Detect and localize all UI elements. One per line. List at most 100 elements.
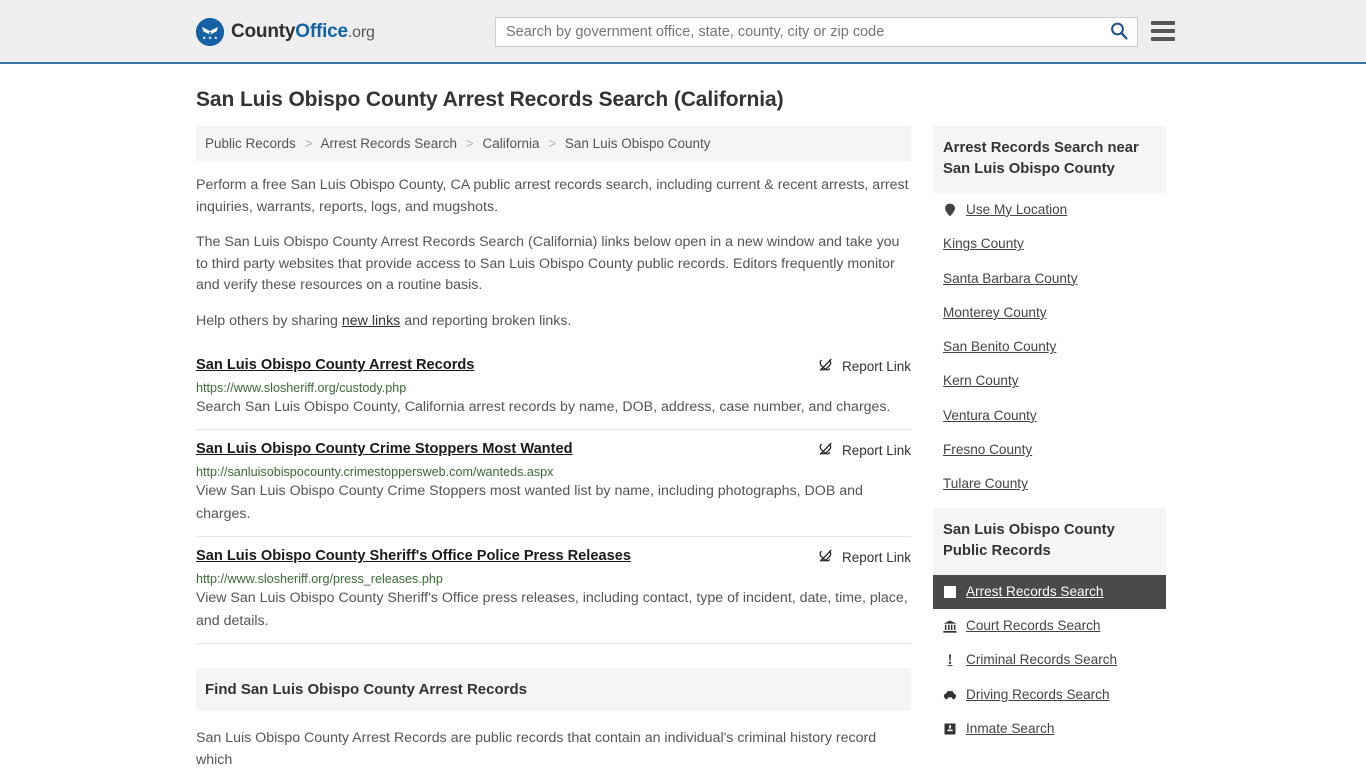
sidebar-near-link[interactable]: Use My Location: [933, 193, 1166, 227]
sidebar-records-link[interactable]: Arrest Records Search: [933, 575, 1166, 609]
broken-link-icon: [818, 357, 834, 376]
breadcrumb-separator: >: [548, 136, 557, 151]
sidebar-public-records-heading: San Luis Obispo County Public Records: [933, 507, 1166, 575]
sidebar-item-label: Use My Location: [966, 201, 1068, 217]
breadcrumb-separator: >: [304, 136, 313, 151]
hamburger-menu-icon[interactable]: [1151, 21, 1175, 41]
result-title-link[interactable]: San Luis Obispo County Sheriff's Office …: [196, 547, 818, 566]
sidebar-records-link[interactable]: Driving Records Search: [933, 678, 1166, 712]
new-links-link[interactable]: new links: [342, 313, 400, 329]
sidebar-near-list: Use My Location Kings County Santa Barba…: [933, 193, 1166, 502]
site-header: CountyOffice.org: [0, 0, 1366, 64]
courthouse-icon: [943, 619, 957, 633]
result-item: San Luis Obispo County Sheriff's Office …: [196, 537, 911, 645]
intro-paragraph-2: The San Luis Obispo County Arrest Record…: [196, 234, 900, 294]
sidebar-public-records-list: Arrest Records Search Court Records Sear…: [933, 574, 1166, 747]
sidebar-near-link[interactable]: Tulare County: [933, 467, 1166, 501]
intro-p3-before: Help others by sharing: [196, 312, 342, 329]
sidebar-item-inmate-search[interactable]: Inmate Search: [933, 712, 1166, 746]
result-url[interactable]: https://www.slosheriff.org/custody.php: [196, 381, 911, 395]
intro-text: Perform a free San Luis Obispo County, C…: [196, 175, 911, 332]
sidebar-item-monterey-county[interactable]: Monterey County: [933, 296, 1166, 330]
broken-link-icon: [818, 441, 834, 460]
sidebar-item-arrest-records-search[interactable]: Arrest Records Search: [933, 574, 1166, 609]
page-title: San Luis Obispo County Arrest Records Se…: [196, 88, 784, 111]
report-link-label: Report Link: [841, 359, 911, 375]
sidebar-item-tulare-county[interactable]: Tulare County: [933, 467, 1166, 501]
result-url[interactable]: http://www.slosheriff.org/press_releases…: [196, 572, 911, 586]
sidebar-item-label: Arrest Records Search: [966, 583, 1104, 599]
sidebar-item-santa-barbara-county[interactable]: Santa Barbara County: [933, 262, 1166, 296]
sidebar-near-heading: Arrest Records Search near San Luis Obis…: [933, 126, 1166, 193]
intro-paragraph-1: Perform a free San Luis Obispo County, C…: [196, 177, 909, 215]
sidebar-item-kern-county[interactable]: Kern County: [933, 364, 1166, 398]
breadcrumb-item-california[interactable]: California: [482, 136, 539, 151]
find-records-text: San Luis Obispo County Arrest Records ar…: [196, 730, 877, 768]
search-input[interactable]: [496, 18, 1096, 46]
sidebar-item-fresno-county[interactable]: Fresno County: [933, 433, 1166, 467]
breadcrumb-item-public-records[interactable]: Public Records: [205, 136, 296, 151]
sidebar-item-kings-county[interactable]: Kings County: [933, 227, 1166, 261]
sidebar-item-use-my-location[interactable]: Use My Location: [933, 193, 1166, 227]
sidebar-item-san-benito-county[interactable]: San Benito County: [933, 330, 1166, 364]
sidebar-records-link[interactable]: Court Records Search: [933, 609, 1166, 643]
sidebar-records-link[interactable]: ! Criminal Records Search: [933, 643, 1166, 677]
sidebar-near-link[interactable]: Ventura County: [933, 399, 1166, 433]
report-link-button[interactable]: Report Link: [818, 356, 911, 376]
sidebar-item-label: Ventura County: [943, 407, 1037, 423]
page-body: San Luis Obispo County Arrest Records Se…: [0, 88, 1366, 768]
result-description: View San Luis Obispo County Sheriff's Of…: [196, 590, 908, 630]
result-title-link[interactable]: San Luis Obispo County Crime Stoppers Mo…: [196, 440, 818, 459]
breadcrumb-item-arrest-records-search[interactable]: Arrest Records Search: [320, 136, 457, 151]
result-url[interactable]: http://sanluisobispocounty.crimestoppers…: [196, 465, 911, 479]
hamburger-bar: [1151, 29, 1175, 33]
sidebar-near-link[interactable]: Fresno County: [933, 433, 1166, 467]
result-description: Search San Luis Obispo County, Californi…: [196, 399, 891, 416]
result-description: View San Luis Obispo County Crime Stoppe…: [196, 483, 863, 523]
sidebar-item-label: San Benito County: [943, 339, 1057, 355]
sidebar-near-box: Arrest Records Search near San Luis Obis…: [933, 126, 1166, 502]
result-header: San Luis Obispo County Arrest Records Re…: [196, 356, 911, 376]
broken-link-icon: [818, 548, 834, 567]
report-link-button[interactable]: Report Link: [818, 547, 911, 567]
result-title-link[interactable]: San Luis Obispo County Arrest Records: [196, 356, 818, 375]
breadcrumb-item-san-luis-obispo-county[interactable]: San Luis Obispo County: [565, 136, 711, 151]
sidebar-records-link[interactable]: Inmate Search: [933, 712, 1166, 746]
find-records-section-header: Find San Luis Obispo County Arrest Recor…: [196, 668, 911, 712]
sidebar-item-label: Santa Barbara County: [943, 270, 1078, 286]
sidebar-item-label: Inmate Search: [966, 720, 1055, 736]
sidebar-item-label: Monterey County: [943, 304, 1047, 320]
sidebar-item-court-records-search[interactable]: Court Records Search: [933, 609, 1166, 643]
eagle-shield-icon: [196, 18, 224, 46]
site-logo[interactable]: CountyOffice.org: [196, 18, 375, 46]
search-button[interactable]: [1105, 20, 1133, 44]
sidebar-near-link[interactable]: Kern County: [933, 364, 1166, 398]
search-icon: [1109, 21, 1129, 44]
intro-paragraph-3: Help others by sharing new links and rep…: [196, 311, 911, 333]
main-content: Public Records > Arrest Records Search >…: [196, 126, 911, 768]
sidebar-item-label: Kings County: [943, 236, 1024, 252]
sidebar-near-link[interactable]: Monterey County: [933, 296, 1166, 330]
sidebar-near-link[interactable]: San Benito County: [933, 330, 1166, 364]
sidebar-item-label: Fresno County: [943, 442, 1033, 458]
report-link-button[interactable]: Report Link: [818, 440, 911, 460]
breadcrumb-separator: >: [465, 136, 474, 151]
result-item: San Luis Obispo County Crime Stoppers Mo…: [196, 430, 911, 538]
exclamation-icon: !: [947, 651, 953, 668]
sidebar-item-driving-records-search[interactable]: Driving Records Search: [933, 678, 1166, 712]
find-records-heading: Find San Luis Obispo County Arrest Recor…: [205, 681, 527, 699]
sidebar-item-label: Kern County: [943, 373, 1019, 389]
result-header: San Luis Obispo County Crime Stoppers Mo…: [196, 440, 911, 460]
sidebar-item-ventura-county[interactable]: Ventura County: [933, 399, 1166, 433]
logo-word-office: Office: [295, 21, 348, 42]
car-icon: [943, 688, 957, 702]
result-header: San Luis Obispo County Sheriff's Office …: [196, 547, 911, 567]
sidebar-item-label: Tulare County: [943, 476, 1028, 492]
sidebar-item-criminal-records-search[interactable]: ! Criminal Records Search: [933, 643, 1166, 677]
sidebar-public-records-box: San Luis Obispo County Public Records Ar…: [933, 507, 1166, 747]
sidebar-near-link[interactable]: Kings County: [933, 227, 1166, 261]
find-records-section-body: San Luis Obispo County Arrest Records ar…: [196, 727, 911, 768]
hamburger-bar: [1151, 37, 1175, 41]
inmate-icon: [943, 722, 957, 736]
sidebar-near-link[interactable]: Santa Barbara County: [933, 262, 1166, 296]
